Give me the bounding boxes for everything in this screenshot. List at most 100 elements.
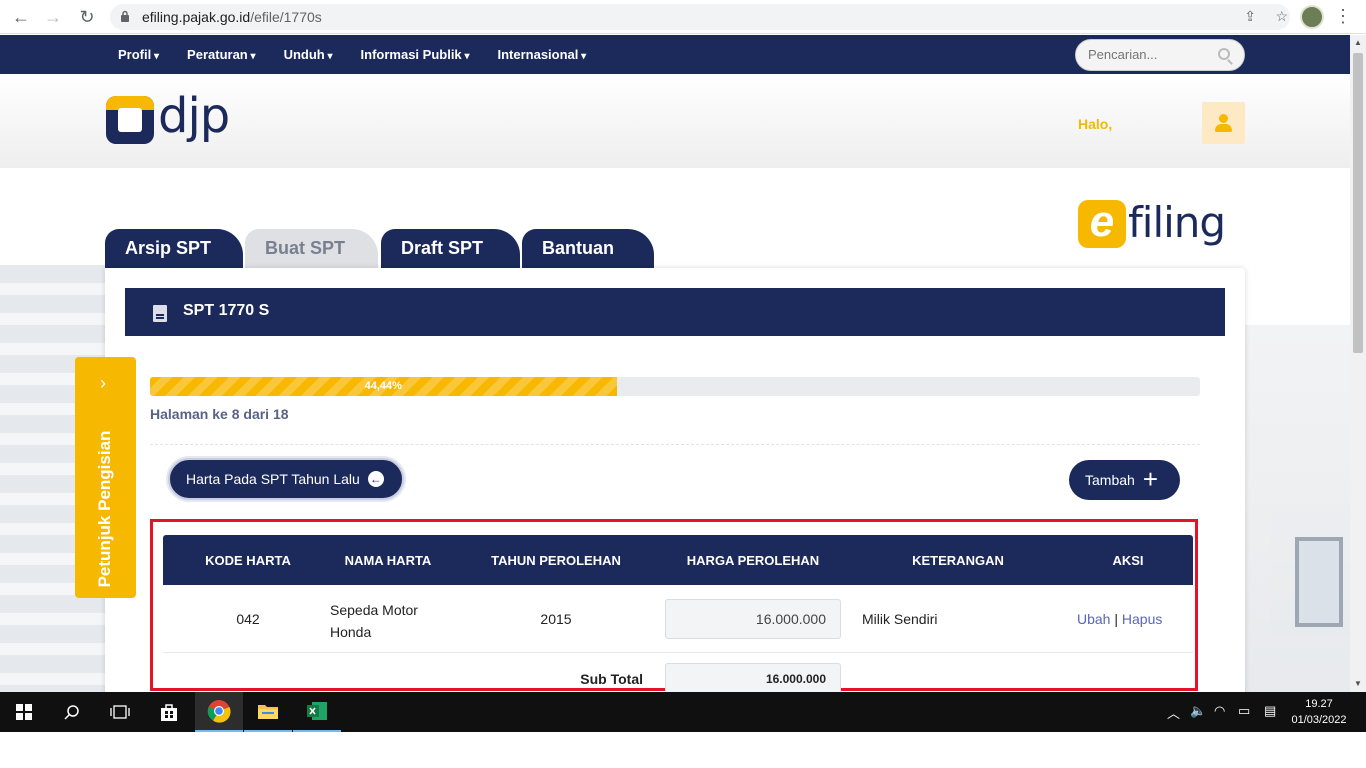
chrome-glyph [207, 700, 231, 723]
nav-peraturan[interactable]: Peraturan [187, 47, 256, 62]
address-bar-actions: ⇪ ☆ [1244, 8, 1288, 25]
document-icon [153, 305, 167, 322]
scroll-up-icon[interactable]: ▲ [1350, 35, 1366, 51]
below-taskbar-area [0, 732, 1366, 768]
building-window [1295, 537, 1343, 627]
store-icon[interactable] [145, 692, 193, 732]
page-info: Halaman ke 8 dari 18 [150, 406, 289, 422]
file-explorer-icon[interactable] [244, 692, 292, 732]
nav-profil[interactable]: Profil [118, 47, 159, 62]
search-box [1075, 39, 1245, 71]
user-greeting: Halo, [1078, 116, 1112, 132]
taskbar-search-glyph [64, 705, 79, 720]
cell-harga: 16.000.000 [665, 599, 841, 639]
excel-icon[interactable] [293, 692, 341, 732]
excel-glyph [307, 702, 327, 720]
scroll-thumb[interactable] [1353, 53, 1363, 353]
address-bar[interactable]: efiling.pajak.go.id/efile/1770s [110, 4, 1290, 30]
top-menu: Profil Peraturan Unduh Informasi Publik … [118, 35, 586, 74]
nav-unduh[interactable]: Unduh [284, 47, 333, 62]
greeting-text: Halo, [1078, 116, 1113, 132]
djp-logo-mark [106, 96, 154, 144]
forward-arrow-icon[interactable]: → [42, 6, 64, 28]
filling-guide-tab[interactable]: › Petunjuk Pengisian [75, 357, 136, 598]
user-icon[interactable] [1202, 102, 1245, 144]
subtotal-value: 16.000.000 [665, 663, 841, 692]
user-icon-head [1219, 114, 1228, 123]
card-title: SPT 1770 S [183, 302, 270, 319]
subtotal-label: Sub Total [580, 671, 643, 687]
progress-bar: 44,44% [150, 377, 1200, 396]
tab-bantuan[interactable]: Bantuan [522, 229, 654, 268]
subtotal-row: Sub Total 16.000.000 [163, 653, 1193, 692]
url-host: efiling.pajak.go.id [142, 9, 251, 25]
folder-glyph [258, 705, 278, 719]
notification-icon[interactable]: ▤ [1264, 703, 1276, 719]
page-viewport: Profil Peraturan Unduh Informasi Publik … [0, 35, 1350, 692]
col-nama-harta: NAMA HARTA [344, 553, 432, 568]
store-glyph [161, 704, 177, 721]
chrome-icon[interactable] [195, 692, 243, 732]
plus-icon: + [1142, 464, 1158, 494]
search-input[interactable] [1088, 47, 1208, 62]
scroll-down-icon[interactable]: ▼ [1350, 676, 1366, 692]
clock-date: 01/03/2022 [1291, 714, 1347, 726]
table-row: 042 Sepeda Motor Honda 2015 16.000.000 M… [163, 585, 1193, 653]
task-view-icon[interactable] [96, 692, 144, 732]
col-keterangan: KETERANGAN [912, 553, 1004, 568]
search-icon[interactable] [1218, 48, 1230, 60]
task-view-glyph [110, 705, 130, 719]
url-text: efiling.pajak.go.id/efile/1770s [142, 9, 322, 25]
system-clock[interactable]: 19.27 01/03/2022 [1284, 696, 1354, 728]
arrow-left-circle-icon: ← [367, 471, 384, 487]
col-kode-harta: KODE HARTA [205, 553, 291, 568]
tab-arsip-spt[interactable]: Arsip SPT [105, 229, 243, 268]
col-tahun-perolehan: TAHUN PEROLEHAN [491, 553, 621, 568]
wifi-icon[interactable]: ◠ [1214, 703, 1225, 719]
spt-card: SPT 1770 S 44,44% Halaman ke 8 dari 18 H… [105, 268, 1245, 692]
browser-toolbar: ← → ↻ efiling.pajak.go.id/efile/1770s ⇪ … [0, 0, 1366, 34]
search-icon[interactable] [48, 692, 96, 732]
nav-informasi-publik[interactable]: Informasi Publik [361, 47, 470, 62]
star-icon[interactable]: ☆ [1275, 8, 1288, 24]
volume-icon[interactable]: 🔈 [1190, 703, 1206, 719]
share-icon[interactable]: ⇪ [1244, 8, 1256, 24]
edit-link[interactable]: Ubah [1077, 611, 1110, 627]
reload-icon[interactable]: ↻ [76, 6, 98, 28]
clock-time: 19.27 [1305, 698, 1333, 710]
table-header: KODE HARTA NAMA HARTA TAHUN PEROLEHAN HA… [163, 535, 1193, 585]
cell-aksi: Ubah | Hapus [1077, 611, 1187, 627]
chevron-up-icon[interactable]: ︿ [1167, 703, 1180, 722]
url-path: /efile/1770s [250, 9, 322, 25]
tab-draft-spt[interactable]: Draft SPT [381, 229, 520, 268]
section-divider [150, 444, 1200, 445]
windows-taskbar: ︿ 🔈 ◠ ▭ ▤ 19.27 01/03/2022 [0, 692, 1366, 732]
top-navigation: Profil Peraturan Unduh Informasi Publik … [0, 35, 1350, 74]
profile-avatar[interactable] [1300, 5, 1324, 29]
add-button[interactable]: Tambah + [1069, 460, 1180, 500]
menu-kebab-icon[interactable]: ⋮ [1334, 6, 1352, 27]
previous-year-assets-label: Harta Pada SPT Tahun Lalu [186, 471, 360, 487]
background-building-right [1245, 325, 1350, 692]
tab-buat-spt[interactable]: Buat SPT [245, 229, 378, 268]
windows-start-icon[interactable] [0, 692, 48, 732]
windows-logo-icon [16, 704, 32, 720]
delete-link[interactable]: Hapus [1122, 611, 1162, 627]
col-aksi: AKSI [1112, 553, 1144, 568]
page-scrollbar[interactable]: ▲ ▼ [1350, 35, 1366, 692]
filling-guide-label: Petunjuk Pengisian [95, 430, 114, 588]
djp-logo-text: djp [158, 88, 230, 144]
highlight-box: KODE HARTA NAMA HARTA TAHUN PEROLEHAN HA… [150, 519, 1198, 692]
cell-nama: Sepeda Motor Honda [330, 602, 418, 640]
previous-year-assets-button[interactable]: Harta Pada SPT Tahun Lalu ← [168, 458, 404, 500]
cell-tahun: 2015 [540, 611, 572, 627]
progress-fill: 44,44% [150, 377, 617, 396]
nav-internasional[interactable]: Internasional [497, 47, 586, 62]
chevron-right-icon[interactable]: › [100, 373, 106, 394]
back-arrow-icon[interactable]: ← [10, 6, 32, 28]
add-button-label: Tambah [1085, 472, 1135, 488]
user-icon-body [1215, 124, 1232, 132]
site-header: djp Halo, [0, 74, 1350, 168]
card-header: SPT 1770 S [125, 288, 1225, 336]
battery-icon[interactable]: ▭ [1238, 703, 1250, 719]
